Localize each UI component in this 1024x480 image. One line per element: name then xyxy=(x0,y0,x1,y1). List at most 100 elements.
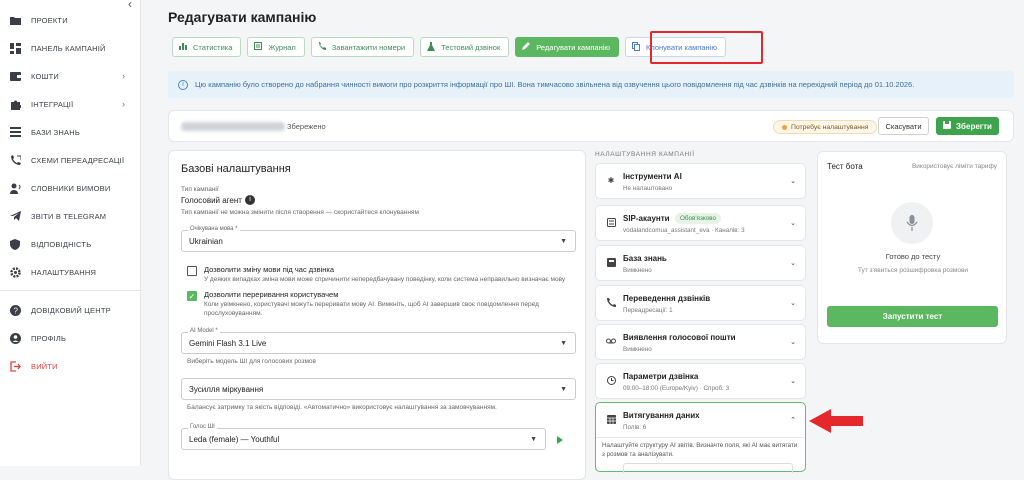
logout-icon xyxy=(9,360,21,372)
campaign-header-bar: Збережено Потребує налаштування Скасуват… xyxy=(168,110,1014,142)
allow-language-change-hint: У деяких випадках зміна мови може спричи… xyxy=(204,276,566,283)
chevron-down-icon: ▼ xyxy=(560,386,567,393)
list-icon xyxy=(9,126,21,138)
allow-interrupt-checkbox[interactable]: ✓ xyxy=(187,291,197,301)
status-badge: Потребує налаштування xyxy=(773,120,878,134)
sidebar-item-dashboard[interactable]: Панель кампаній xyxy=(0,38,141,58)
ai-model-label: AI Model * xyxy=(188,328,220,334)
language-select[interactable]: Очікувана мова * Ukrainian ▼ xyxy=(181,226,576,252)
svg-text:?: ? xyxy=(13,306,18,315)
sidebar-item-telegram-reports[interactable]: Звіти в Telegram xyxy=(0,206,141,226)
save-button[interactable]: Зберегти xyxy=(936,117,999,135)
sidebar-item-compliance[interactable]: Відповідність xyxy=(0,234,141,254)
ai-disclosure-notice: i Цю кампанію було створено до набрання … xyxy=(168,71,1014,98)
sidebar-item-forwarding-schemes[interactable]: Схеми переадресації xyxy=(0,150,141,170)
puzzle-icon xyxy=(9,98,21,110)
reasoning-effort-select[interactable]: Зусилля міркування ▼ xyxy=(181,378,576,400)
chevron-down-icon: ⌄ xyxy=(790,178,796,185)
saved-status: Збережено xyxy=(287,122,326,131)
chevron-down-icon: ⌄ xyxy=(790,339,796,346)
book-icon xyxy=(606,258,616,268)
phone-icon xyxy=(318,42,326,52)
ai-voice-select[interactable]: Голос ШІ Leda (female) — Youthful ▼ xyxy=(181,424,546,450)
sidebar-item-settings[interactable]: Налаштування xyxy=(0,262,141,282)
ai-voice-value: Leda (female) — Youthful xyxy=(189,435,280,444)
chevron-down-icon: ⌄ xyxy=(790,300,796,307)
cancel-button[interactable]: Скасувати xyxy=(878,117,929,135)
campaign-type-label: Тип кампанії xyxy=(181,186,219,193)
campaign-name-blurred xyxy=(181,122,285,131)
settings-call-transfer[interactable]: Переведення дзвінків Переадресації: 1 ⌄ xyxy=(595,285,806,321)
chevron-up-icon: ⌃ xyxy=(790,417,796,424)
test-bot-limits: Використовує ліміти тарифу xyxy=(911,163,997,170)
sidebar-item-pronunciation[interactable]: Словники вимови xyxy=(0,178,141,198)
info-icon[interactable]: i xyxy=(245,195,255,205)
main-content: Редагувати кампанію Статистика Журнал За… xyxy=(141,0,1024,480)
campaign-tabs: Статистика Журнал Завантажити номери Тес… xyxy=(172,37,726,57)
clock-icon xyxy=(606,376,616,386)
campaign-type-hint: Тип кампанії не можна змінити після ство… xyxy=(181,209,419,216)
ai-model-hint: Виберіть модель ШІ для голосових розмов xyxy=(187,358,316,365)
basic-settings-title: Базові налаштування xyxy=(181,163,291,175)
sidebar-item-funds[interactable]: Кошти › xyxy=(0,66,141,86)
sidebar-item-integrations[interactable]: Інтеграції › xyxy=(0,94,141,114)
microphone-icon xyxy=(891,202,933,244)
tab-edit-campaign[interactable]: Редагувати кампанію xyxy=(515,37,620,57)
transcript-placeholder: Тут з'явиться розшифровка розмови xyxy=(857,267,969,274)
data-extraction-fields xyxy=(623,463,793,473)
copy-icon xyxy=(632,41,641,53)
settings-ai-tools[interactable]: ✱ Інструменти AI Не налаштовано ⌄ xyxy=(595,163,806,199)
wallet-icon xyxy=(9,70,21,82)
flask-icon xyxy=(427,41,436,53)
pencil-icon xyxy=(522,42,531,52)
telegram-icon xyxy=(9,210,21,222)
play-voice-icon[interactable] xyxy=(557,436,563,444)
ready-status: Готово до тесту xyxy=(885,252,941,261)
language-label: Очікувана мова * xyxy=(188,226,240,232)
journal-icon xyxy=(254,42,263,52)
settings-call-parameters[interactable]: Параметри дзвінка 09:00–18:00 (Europe/Ky… xyxy=(595,363,806,399)
settings-sip-accounts[interactable]: SIP-акаунти Обов'язково vodalandcomua_as… xyxy=(595,205,806,241)
settings-voicemail-detection[interactable]: Виявлення голосової пошти Вимкнено ⌄ xyxy=(595,324,806,360)
allow-language-change-checkbox[interactable] xyxy=(187,266,197,276)
chart-icon xyxy=(179,42,187,52)
tab-journal[interactable]: Журнал xyxy=(247,37,305,57)
chevron-down-icon: ⌄ xyxy=(790,260,796,267)
sidebar-item-projects[interactable]: Проекти xyxy=(0,10,141,30)
table-icon xyxy=(606,415,616,425)
sidebar-item-help-center[interactable]: ? Довідковий центр xyxy=(0,300,141,320)
divider xyxy=(596,437,804,438)
chevron-down-icon: ⌄ xyxy=(790,378,796,385)
tab-upload-numbers[interactable]: Завантажити номери xyxy=(310,37,415,57)
chevron-down-icon: ⌄ xyxy=(790,220,796,227)
ai-model-select[interactable]: AI Model * Gemini Flash 3.1 Live ▼ xyxy=(181,328,576,354)
run-test-button[interactable]: Запустити тест xyxy=(827,306,998,327)
status-dot-icon xyxy=(782,124,787,130)
phone-forward-icon xyxy=(606,298,616,308)
ai-model-value: Gemini Flash 3.1 Live xyxy=(189,339,267,348)
language-value: Ukrainian xyxy=(189,237,223,246)
settings-knowledge-base[interactable]: База знань Вимкнено ⌄ xyxy=(595,245,806,281)
allow-interrupt-label: Дозволити переривання користувачем xyxy=(204,290,339,299)
sidebar-item-logout[interactable]: Вийти xyxy=(0,356,141,376)
ai-voice-label: Голос ШІ xyxy=(188,424,217,430)
settings-data-extraction[interactable]: Витягування даних Полів: 6 ⌃ Налаштуйте … xyxy=(595,402,806,473)
folder-icon xyxy=(9,14,21,26)
chevron-down-icon: ▼ xyxy=(560,340,567,347)
chevron-down-icon: ▼ xyxy=(530,436,537,443)
chevron-down-icon: ▼ xyxy=(560,238,567,245)
chevron-right-icon: › xyxy=(122,71,126,81)
basic-settings-card: Базові налаштування Тип кампанії Голосов… xyxy=(168,150,586,480)
person-icon xyxy=(9,332,21,344)
campaign-settings-heading: НАЛАШТУВАННЯ КАМПАНІЇ xyxy=(595,151,695,158)
tab-statistics[interactable]: Статистика xyxy=(172,37,242,57)
allow-interrupt-hint: Коли увімкнено, користувачі можуть перер… xyxy=(204,301,539,308)
speaker-icon xyxy=(9,182,21,194)
sidebar-item-profile[interactable]: Профіль xyxy=(0,328,141,348)
allow-interrupt-hint-cont: прослуховуванням. xyxy=(204,310,263,317)
required-badge: Обов'язково xyxy=(675,213,721,224)
tab-test-call[interactable]: Тестовий дзвінок xyxy=(420,37,510,57)
sidebar-item-knowledge-bases[interactable]: Бази знань xyxy=(0,122,141,142)
floppy-icon xyxy=(943,121,952,131)
campaign-type-value: Голосовий агент xyxy=(181,196,242,205)
